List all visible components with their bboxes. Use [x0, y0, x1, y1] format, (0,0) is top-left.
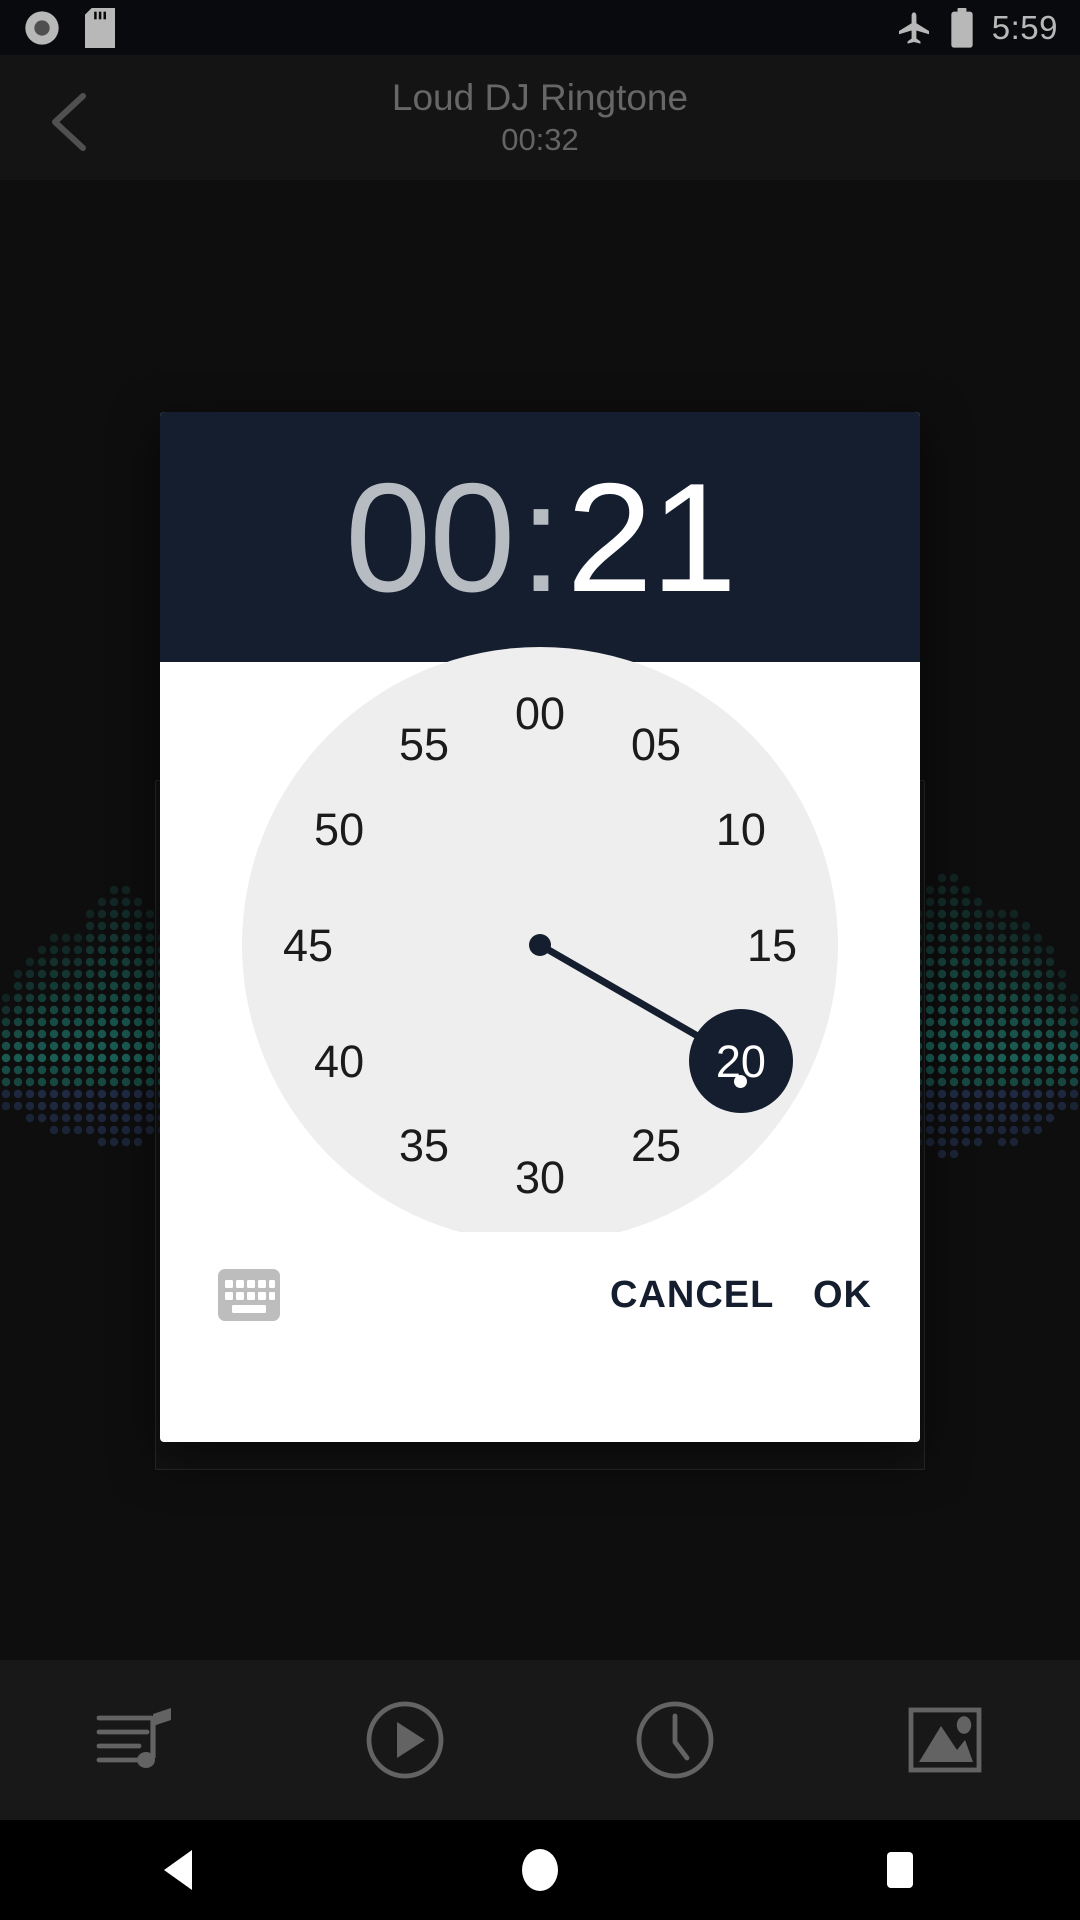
- square-recents-icon: [887, 1852, 913, 1888]
- keyboard-input-toggle-button[interactable]: [210, 1260, 288, 1330]
- nav-home-button[interactable]: [480, 1820, 600, 1920]
- clock-tick-45[interactable]: 45: [263, 915, 353, 975]
- clock-selector-knob[interactable]: 20: [688, 1009, 793, 1113]
- clock-tick-40[interactable]: 40: [294, 1031, 384, 1091]
- clock-hand: [538, 941, 717, 1050]
- circle-home-icon: [522, 1849, 558, 1891]
- clock-tick-30[interactable]: 30: [495, 1147, 585, 1207]
- triangle-back-icon: [164, 1850, 192, 1890]
- nav-back-button[interactable]: [120, 1820, 240, 1920]
- clock-tick-05[interactable]: 05: [611, 714, 701, 774]
- android-navigation-bar[interactable]: [0, 1820, 1080, 1920]
- nav-recents-button[interactable]: [840, 1820, 960, 1920]
- clock-dial[interactable]: 00051015202530354045505520: [242, 647, 838, 1243]
- seconds-field[interactable]: 21: [567, 460, 737, 615]
- keyboard-icon: [218, 1269, 280, 1321]
- time-picker-header: 00 : 21: [160, 412, 920, 662]
- ok-button[interactable]: OK: [793, 1262, 892, 1328]
- clock-tick-00[interactable]: 00: [495, 683, 585, 743]
- clock-tick-50[interactable]: 50: [294, 799, 384, 859]
- time-display: 00 : 21: [345, 450, 737, 624]
- clock-tick-35[interactable]: 35: [379, 1116, 469, 1176]
- clock-tick-55[interactable]: 55: [379, 714, 469, 774]
- cancel-button[interactable]: CANCEL: [590, 1262, 794, 1328]
- time-separator: :: [519, 450, 562, 624]
- minutes-field[interactable]: 00: [345, 460, 515, 615]
- clock-tick-10[interactable]: 10: [696, 799, 786, 859]
- clock-tick-15[interactable]: 15: [727, 915, 817, 975]
- dialog-action-bar: CANCEL OK: [160, 1232, 920, 1362]
- time-picker-body: 00051015202530354045505520: [160, 647, 920, 1362]
- time-picker-dialog: 00 : 21 00051015202530354045505520: [160, 412, 920, 1442]
- phone-screen: Loud DJ Ringtone 00:32 5:59 00: 21 00 0…: [0, 0, 1080, 1920]
- clock-center-dot: [529, 934, 551, 956]
- clock-tick-25[interactable]: 25: [611, 1116, 701, 1176]
